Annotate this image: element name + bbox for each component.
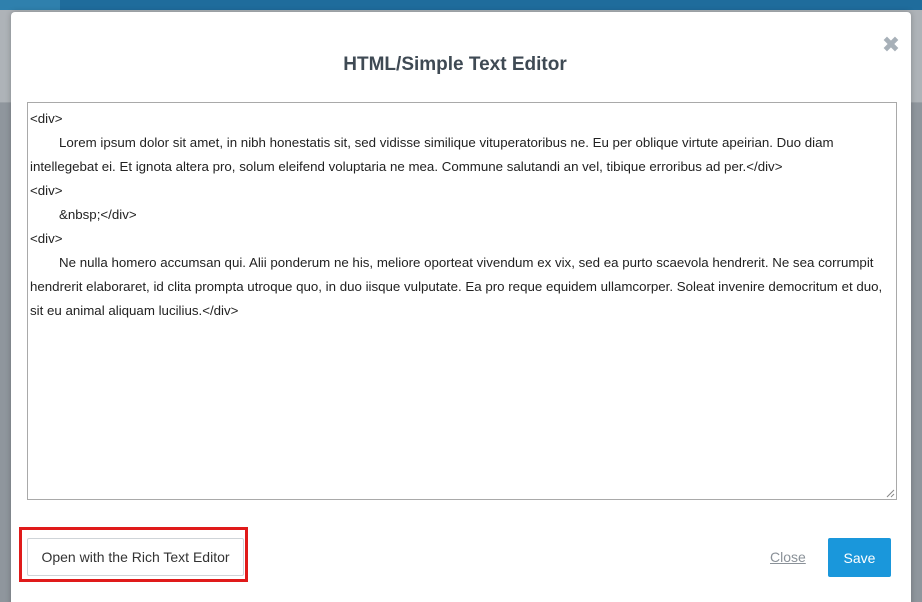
editor-line: Lorem ipsum dolor sit amet, in nibh hone… [30,135,838,174]
close-icon[interactable]: ✖ [881,34,901,56]
editor-line: &nbsp;</div> [59,207,137,222]
html-source-textarea[interactable]: <div> Lorem ipsum dolor sit amet, in nibh… [27,102,897,500]
open-rich-text-editor-button[interactable]: Open with the Rich Text Editor [27,538,244,576]
editor-line: <div> [30,183,63,198]
background-top-bar [0,0,922,10]
background-tab [0,0,60,10]
editor-line: <div> [30,231,63,246]
editor-line: Ne nulla homero accumsan qui. Alii ponde… [30,255,886,318]
editor-line: <div> [30,111,63,126]
close-link[interactable]: Close [770,549,806,565]
resize-handle-icon[interactable] [885,488,895,498]
modal-title: HTML/Simple Text Editor [343,54,567,75]
save-button[interactable]: Save [828,538,891,577]
html-editor-modal: HTML/Simple Text Editor ✖ <div> Lorem ips… [11,12,911,602]
editor-content: <div> Lorem ipsum dolor sit amet, in nibh… [30,107,896,323]
